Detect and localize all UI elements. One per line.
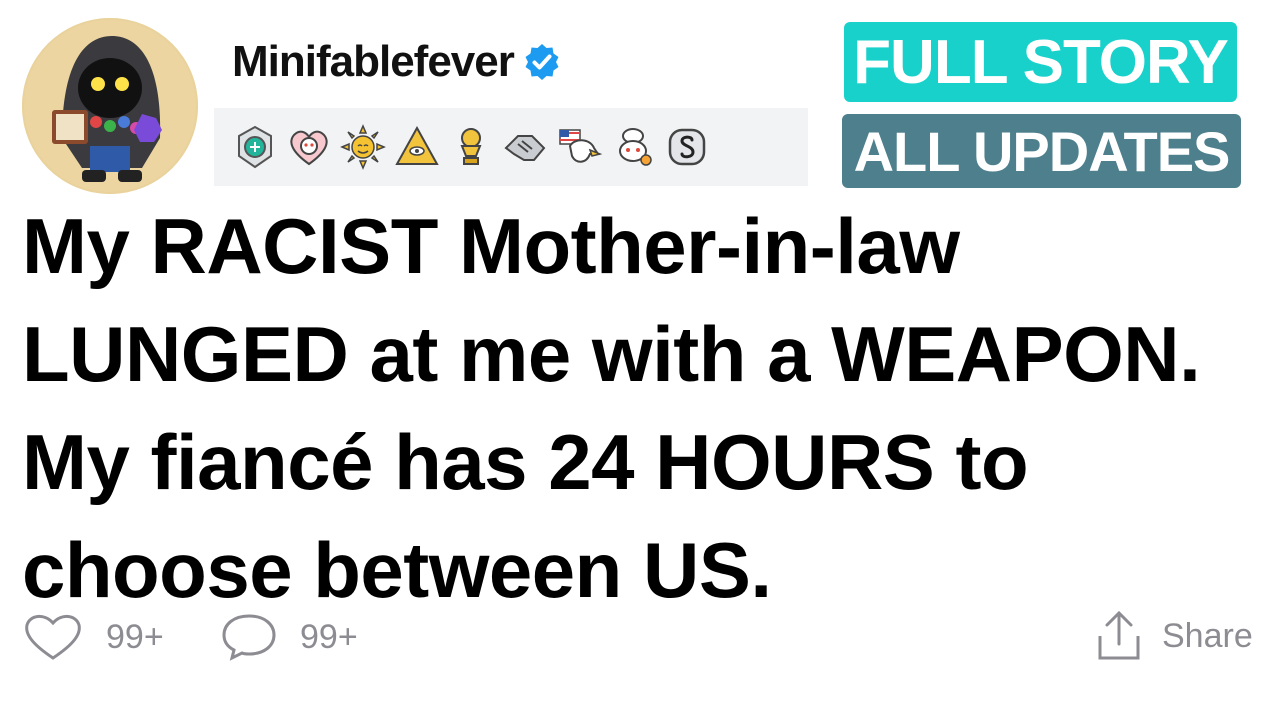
- comment-count: 99+: [300, 617, 358, 656]
- avatar[interactable]: [22, 18, 198, 194]
- username[interactable]: Minifablefever: [232, 37, 515, 87]
- heart-icon: [25, 615, 81, 660]
- all-updates-badge[interactable]: ALL UPDATES: [842, 114, 1241, 188]
- hooded-figure-avatar-icon: [22, 18, 198, 194]
- like-button[interactable]: 99+: [22, 612, 164, 662]
- illuminati-award-icon: [394, 124, 440, 170]
- comment-bubble-icon: [222, 614, 276, 661]
- snoo-chef-award-icon: [610, 124, 656, 170]
- share-button[interactable]: Share: [1096, 610, 1253, 662]
- heart-snoo-award-icon: [286, 124, 332, 170]
- post-headline: My RACIST Mother-in-law LUNGED at me wit…: [22, 202, 1201, 614]
- silver-coin-award-icon: [664, 124, 710, 170]
- handshake-award-icon: [502, 124, 548, 170]
- eagle-award-icon: [556, 124, 602, 170]
- full-story-badge[interactable]: FULL STORY: [844, 22, 1237, 102]
- share-label: Share: [1162, 616, 1253, 655]
- wholesome-award-icon: [232, 124, 278, 170]
- share-upload-icon: [1098, 610, 1140, 660]
- sun-award-icon: [340, 124, 386, 170]
- comment-button[interactable]: 99+: [220, 612, 358, 662]
- awards-strip: [214, 108, 808, 186]
- gold-trophy-award-icon: [448, 124, 494, 170]
- username-row: Minifablefever: [232, 36, 562, 88]
- verified-badge-icon: [522, 42, 562, 82]
- like-count: 99+: [106, 617, 164, 656]
